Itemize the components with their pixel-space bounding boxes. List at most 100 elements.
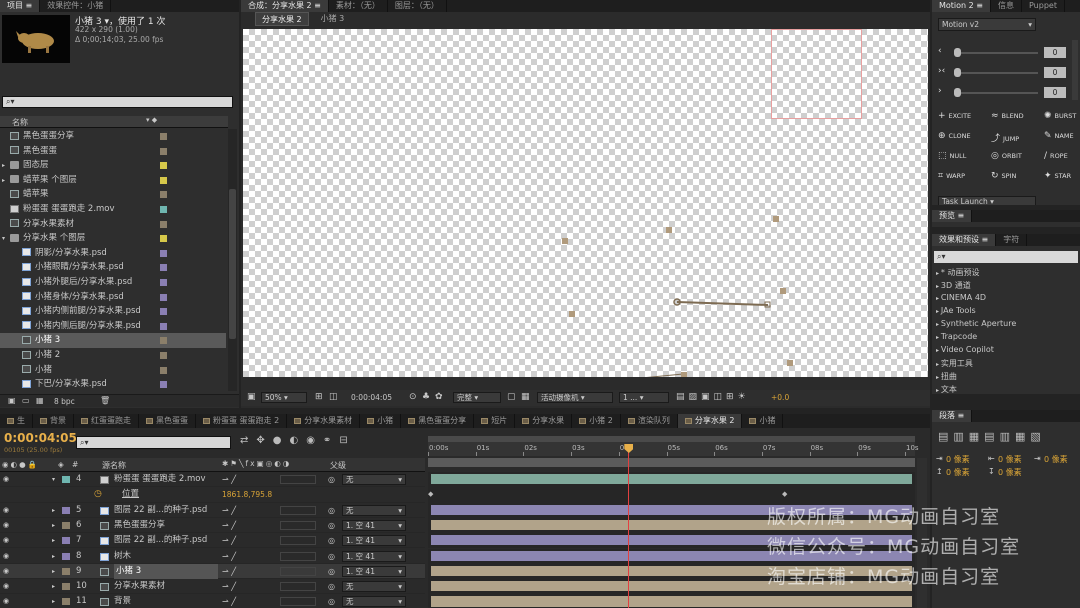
project-item[interactable]: 下巴/分享水果.psd — [0, 377, 226, 392]
pickwhip-icon[interactable]: ◎ — [328, 518, 335, 533]
space-before-icon[interactable]: ↥ — [936, 467, 943, 476]
visibility-icon[interactable]: ◉ — [3, 564, 9, 579]
paragraph-tab[interactable]: 段落 ≡ — [932, 410, 973, 422]
snapshot-icon[interactable]: ▣ — [247, 392, 256, 402]
layer-label-swatch[interactable] — [62, 506, 70, 514]
expand-triangle-icon[interactable]: ▸ — [52, 564, 55, 579]
project-item[interactable]: 小猪 3 — [0, 333, 226, 348]
layer-row[interactable]: ◉ ▸ 5 图层 22 副...的种子.psd ⇀ ╱ ◎ 无 ▾ — [0, 503, 425, 518]
layer-row[interactable]: ◉ ▸ 9 小猪 3 ⇀ ╱ ◎ 1. 空 41 ▾ — [0, 563, 425, 580]
parent-header[interactable]: 父级 — [330, 460, 346, 471]
visibility-icon[interactable]: ◉ — [3, 579, 9, 594]
label-color-swatch[interactable] — [160, 206, 167, 213]
effects-tab-0[interactable]: 效果和预设 ≡ — [932, 234, 997, 246]
motion-scrollbar[interactable] — [1072, 40, 1078, 100]
source-name-header[interactable]: 源名称 — [102, 460, 126, 471]
layer-label-swatch[interactable] — [62, 552, 70, 560]
sort-icon[interactable]: ▾ ◆ — [146, 116, 157, 124]
layer-row[interactable]: ◉ ▸ 6 黑色蛋蛋分享 ⇀ ╱ ◎ 1. 空 41 ▾ — [0, 518, 425, 534]
motion-rope-button[interactable]: ∕ ROPE — [1044, 151, 1068, 161]
switch-boxes[interactable] — [280, 536, 316, 546]
layer-label-swatch[interactable] — [62, 521, 70, 529]
timeline-tab-10[interactable]: 小猪 2 — [572, 414, 621, 428]
effects-category[interactable]: ▸ 实用工具 — [936, 358, 973, 369]
layer-label-swatch[interactable] — [62, 567, 70, 575]
project-item[interactable]: 黑色蛋蛋 — [0, 144, 226, 159]
views-dropdown[interactable]: 1 ... ▾ — [619, 392, 669, 403]
switch-boxes[interactable] — [280, 475, 316, 484]
align-buttons[interactable]: ▤▥▦▤▥▦▧ — [938, 430, 1046, 443]
visibility-icon[interactable]: ◉ — [3, 518, 9, 533]
effects-category[interactable]: ▸ CINEMA 4D — [936, 293, 986, 302]
timeline-tab-7[interactable]: 黑色蛋蛋分享 — [401, 414, 475, 428]
indent-right-icon[interactable]: ⇤ — [988, 454, 995, 463]
effects-category[interactable]: ▸ 文本 — [936, 384, 957, 394]
expand-triangle-icon[interactable]: ▸ — [52, 518, 55, 533]
layer-row[interactable]: ◉ ▸ 11 背景 ⇀ ╱ ◎ 无 ▾ — [0, 594, 425, 608]
parent-dropdown[interactable]: 1. 空 41 ▾ — [342, 565, 406, 577]
bpc-label[interactable]: 8 bpc — [54, 397, 75, 406]
effects-category[interactable]: ▸ * 动画预设 — [936, 267, 979, 278]
expand-triangle-icon[interactable]: ▸ — [52, 549, 55, 564]
para-field-5[interactable]: 0 像素 — [998, 467, 1022, 478]
motion-slider-track[interactable] — [954, 72, 1038, 74]
zoom-dropdown[interactable]: 50% ▾ — [261, 392, 307, 403]
work-area-range[interactable] — [428, 458, 915, 467]
property-value[interactable]: 1861.8,795.8 — [222, 487, 272, 502]
effects-category[interactable]: ▸ JAe Tools — [936, 306, 976, 315]
switch-boxes[interactable] — [280, 566, 316, 576]
disclosure-triangle-icon[interactable]: ▸ — [2, 174, 10, 189]
visibility-icon[interactable]: ◉ — [3, 503, 9, 518]
layer-name[interactable]: 图层 22 副...的种子.psd — [114, 503, 207, 518]
pickwhip-icon[interactable]: ◎ — [328, 579, 335, 594]
layer-row[interactable]: ◉ ▸ 8 树木 ⇀ ╱ ◎ 1. 空 41 ▾ — [0, 549, 425, 564]
scroll-thumb[interactable] — [229, 189, 236, 339]
layer-duration-bar[interactable] — [431, 596, 912, 607]
parent-dropdown[interactable]: 1. 空 41 ▾ — [342, 535, 406, 547]
motion-slider-knob[interactable] — [954, 68, 961, 77]
layer-duration-bar[interactable] — [431, 474, 912, 485]
region-icon[interactable]: ▢ — [507, 392, 516, 402]
project-item[interactable]: 小猪外腿后/分享水果.psd — [0, 275, 226, 290]
timeline-tab-9[interactable]: 分享水果 — [515, 414, 573, 428]
pickwhip-icon[interactable]: ◎ — [328, 533, 335, 548]
effects-category[interactable]: ▸ Video Copilot — [936, 345, 994, 354]
motion-null-button[interactable]: ⬚ NULL — [938, 151, 966, 161]
exposure-value[interactable]: +0.0 — [771, 393, 789, 402]
effects-category[interactable]: ▸ 扭曲 — [936, 371, 957, 382]
motion-burst-button[interactable]: ✺ BURST — [1044, 111, 1076, 121]
layer-name[interactable]: 图层 22 副...的种子.psd — [114, 533, 207, 548]
layer-name[interactable]: 背景 — [114, 594, 131, 608]
project-item[interactable]: 小猪身体/分享水果.psd — [0, 290, 226, 305]
label-color-swatch[interactable] — [160, 352, 167, 359]
motion-slider-track[interactable] — [954, 52, 1038, 54]
disclosure-triangle-icon[interactable]: ▾ — [2, 232, 10, 247]
project-item[interactable]: 小猪眼睛/分享水果.psd — [0, 260, 226, 275]
layer-label-swatch[interactable] — [62, 476, 70, 483]
para-field-1[interactable]: 0 像素 — [946, 454, 970, 465]
motion-tab-1[interactable]: 信息 — [991, 0, 1022, 12]
effects-category[interactable]: ▸ Trapcode — [936, 332, 977, 341]
timeline-tab-5[interactable]: 分享水果素材 — [287, 414, 361, 428]
visibility-icon[interactable]: ◉ — [3, 594, 9, 608]
project-tab-1[interactable]: 效果控件：小猪 — [40, 0, 112, 12]
motion-slider-value[interactable]: 0 — [1044, 87, 1066, 98]
first-line-icon[interactable]: ⇥ — [1034, 454, 1041, 463]
layer-row[interactable]: ◉ ▾ 4 粉蛋蛋 蛋蛋跑走 2.mov ⇀ ╱ ◎ 无 ▾ — [0, 472, 425, 488]
property-row[interactable]: ◷ 位置 1861.8,795.8 — [0, 487, 425, 503]
layer-switch-icons[interactable]: ⇀ ╱ — [222, 564, 236, 579]
label-color-swatch[interactable] — [160, 162, 167, 170]
space-after-icon[interactable]: ↧ — [988, 467, 995, 476]
timeline-tab-6[interactable]: 小猪 — [360, 414, 402, 428]
trash-icon[interactable]: 🗑 — [100, 396, 110, 405]
canvas[interactable] — [243, 29, 928, 377]
label-color-swatch[interactable] — [160, 176, 167, 184]
project-item[interactable]: 小猪 2 — [0, 348, 226, 363]
effects-search-input[interactable]: ⌕▾ — [934, 251, 1078, 263]
motion-tab-0[interactable]: Motion 2 ≡ — [932, 0, 991, 12]
expand-triangle-icon[interactable]: ▸ — [52, 503, 55, 518]
label-color-swatch[interactable] — [160, 235, 167, 243]
layer-label-swatch[interactable] — [62, 537, 70, 545]
project-item[interactable]: 小猪内侧后腿/分享水果.psd — [0, 319, 226, 334]
layer-switch-icons[interactable]: ⇀ ╱ — [222, 579, 236, 594]
